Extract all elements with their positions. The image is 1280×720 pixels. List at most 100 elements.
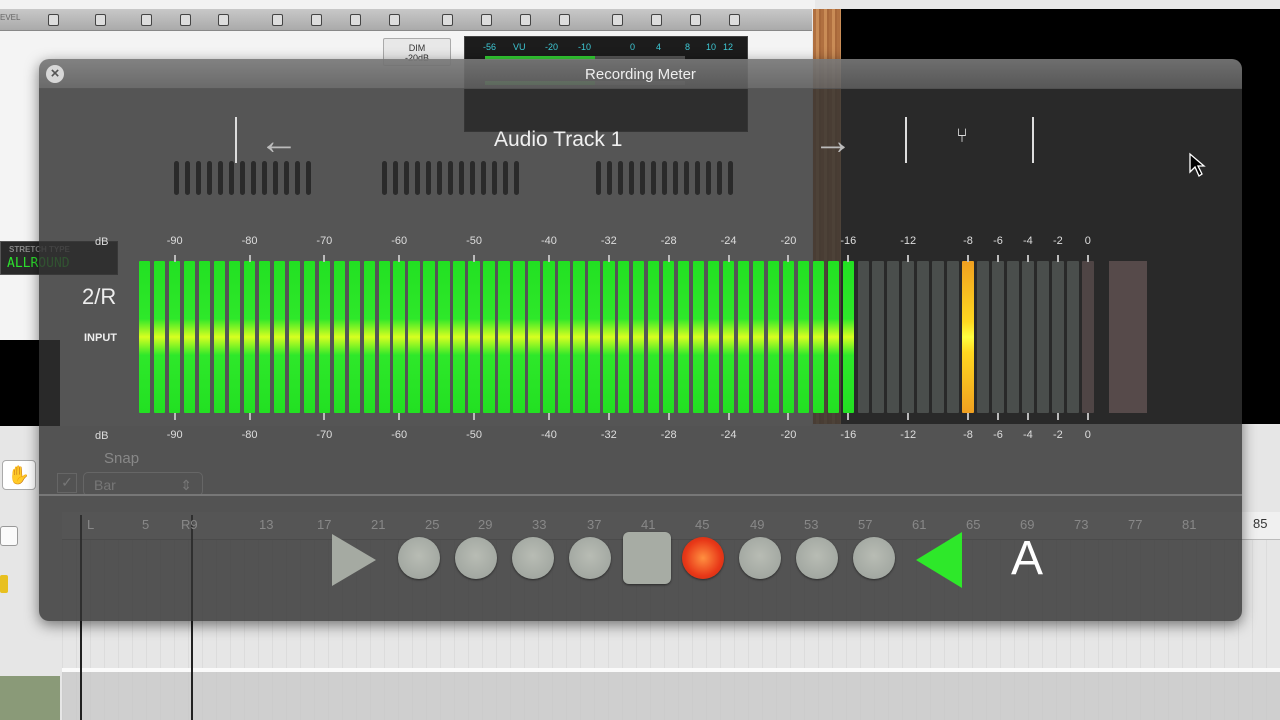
scale-label: -40 — [540, 429, 557, 441]
meter-segment — [857, 261, 869, 413]
ruler-mark: 65 — [966, 517, 981, 532]
scale-tick — [1086, 255, 1089, 262]
dim-label: DIM — [408, 43, 426, 53]
snap-checkbox[interactable]: ✓ — [57, 473, 77, 493]
grille-slot — [596, 161, 601, 195]
scale-label: -16 — [840, 235, 857, 247]
ruler-mark: 33 — [532, 517, 547, 532]
title-bar[interactable]: × Recording Meter — [39, 59, 1242, 89]
meter-segment — [827, 261, 840, 413]
level-button[interactable] — [272, 14, 283, 26]
meter-segment — [393, 261, 405, 413]
window-title: Recording Meter — [585, 66, 696, 83]
grille-slot — [306, 161, 311, 195]
hand-tool-button[interactable]: ✋ — [2, 460, 36, 490]
level-button[interactable] — [389, 14, 400, 26]
level-button[interactable] — [520, 14, 531, 26]
meter-segment — [438, 261, 450, 413]
meter-segment — [453, 261, 465, 413]
level-button[interactable] — [95, 14, 106, 26]
meter-segment — [513, 261, 525, 413]
transport-circle-button[interactable] — [398, 537, 440, 579]
meter-segment — [198, 261, 211, 413]
rewind-button[interactable] — [916, 532, 962, 588]
transport-circle-button[interactable] — [455, 537, 497, 579]
meter-segment — [677, 261, 690, 413]
level-button[interactable] — [442, 14, 453, 26]
level-button[interactable] — [559, 14, 570, 26]
meter-segment — [243, 261, 256, 413]
lane — [62, 672, 1280, 720]
transport-circle-button[interactable] — [512, 537, 554, 579]
grille-slot — [196, 161, 201, 195]
scale-label: -20 — [780, 429, 797, 441]
scale-label: -4 — [1023, 235, 1033, 247]
meter-segment — [1067, 261, 1079, 413]
separator — [235, 117, 237, 163]
scale-tick — [323, 413, 326, 420]
grille-slot — [382, 161, 387, 195]
dropdown-button[interactable] — [0, 526, 18, 546]
scale-tick — [727, 255, 730, 262]
play-button[interactable] — [332, 534, 376, 586]
level-button[interactable] — [311, 14, 322, 26]
vu-scale-label: -20 — [545, 42, 559, 52]
grille-slot — [284, 161, 289, 195]
ruler-mark: 77 — [1128, 517, 1143, 532]
level-button[interactable] — [729, 14, 740, 26]
scale-label: -24 — [720, 429, 737, 441]
meter-segment — [333, 261, 346, 413]
transport-circle-button[interactable] — [569, 537, 611, 579]
meter-segment — [977, 261, 989, 413]
grille-slot — [695, 161, 700, 195]
scale-label: -8 — [963, 235, 973, 247]
clip-indicator[interactable] — [1109, 261, 1147, 413]
clip[interactable] — [0, 676, 60, 720]
transport-circle-button[interactable] — [739, 537, 781, 579]
level-button[interactable] — [481, 14, 492, 26]
record-button[interactable] — [682, 537, 724, 579]
scale-tick — [473, 255, 476, 262]
meter-segment — [1052, 261, 1064, 413]
ruler-mark: 41 — [641, 517, 656, 532]
scale-label: -20 — [780, 235, 797, 247]
grille-slot — [640, 161, 645, 195]
next-track-button[interactable]: → — [813, 121, 853, 161]
scale-tick — [607, 255, 610, 262]
level-button[interactable] — [350, 14, 361, 26]
arrow-left-icon: ← — [259, 119, 299, 163]
scale-label: -32 — [600, 429, 617, 441]
tuner-button[interactable]: ⑂ — [956, 125, 968, 148]
level-button[interactable] — [612, 14, 623, 26]
scale-label: -28 — [660, 429, 677, 441]
meter-segment — [168, 261, 181, 413]
meter-segment — [932, 261, 944, 413]
scale-tick — [967, 413, 970, 420]
vu-scale-label: -56 — [483, 42, 497, 52]
snap-select[interactable]: Bar ⇕ — [83, 472, 203, 496]
scale-label: -16 — [840, 429, 857, 441]
level-button[interactable] — [48, 14, 59, 26]
meter-segment — [1022, 261, 1034, 413]
transport-circle-button[interactable] — [853, 537, 895, 579]
transport-circle-button[interactable] — [796, 537, 838, 579]
level-button[interactable] — [180, 14, 191, 26]
a-button[interactable]: A — [1011, 531, 1043, 586]
scale-label: -80 — [241, 235, 258, 247]
level-button[interactable] — [218, 14, 229, 26]
meter-segment — [183, 261, 196, 413]
meter-segment — [917, 261, 929, 413]
meter-segment — [1037, 261, 1049, 413]
vu-scale-label: 12 — [723, 42, 734, 52]
ruler-mark: 49 — [750, 517, 765, 532]
snap-label: Snap — [104, 450, 140, 467]
level-button[interactable] — [651, 14, 662, 26]
scale-label: -12 — [900, 429, 917, 441]
ruler-mark: 73 — [1074, 517, 1089, 532]
stop-button[interactable] — [623, 532, 671, 584]
grille-slot — [295, 161, 300, 195]
prev-track-button[interactable]: ← — [259, 121, 299, 161]
scale-label: -60 — [391, 429, 408, 441]
level-button[interactable] — [141, 14, 152, 26]
level-button[interactable] — [690, 14, 701, 26]
